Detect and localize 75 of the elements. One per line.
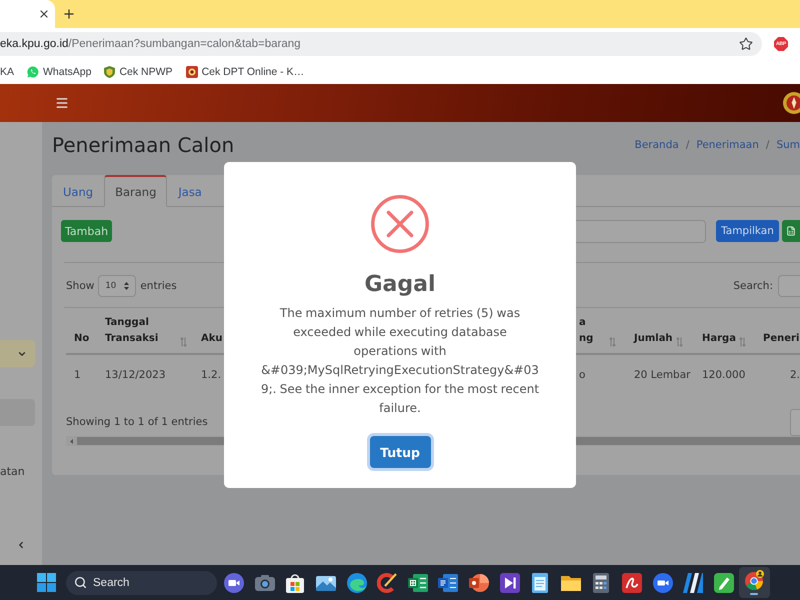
page-size-select[interactable]: 10	[98, 274, 136, 296]
filter-field[interactable]	[576, 220, 706, 243]
address-bar[interactable]: eka.kpu.go.id/Penerimaan?sumbangan=calon&tab=barang	[0, 32, 762, 56]
updown-caret-icon	[124, 282, 130, 290]
play-icon[interactable]	[500, 572, 520, 592]
calculator-icon[interactable]	[591, 572, 612, 592]
shield-icon	[104, 66, 116, 78]
table-cell: 13/12/2023	[105, 369, 166, 381]
tab[interactable]: Barang	[104, 175, 168, 207]
video-call-icon[interactable]	[224, 572, 244, 592]
column-header[interactable]: Harga	[702, 331, 736, 347]
stripes-icon[interactable]	[683, 572, 704, 592]
close-icon[interactable]	[38, 8, 50, 20]
bookmark-link[interactable]: Cek NPWP	[104, 66, 173, 78]
tab[interactable]: Jasa	[167, 175, 213, 207]
entries-label: entries	[140, 280, 177, 292]
notepad-icon[interactable]	[530, 572, 550, 592]
table-cell: 120.000	[702, 369, 746, 381]
plus-icon[interactable]	[62, 7, 76, 21]
camera-icon[interactable]	[254, 572, 275, 592]
export-button[interactable]	[782, 220, 800, 242]
taskbar-search[interactable]: Search	[66, 570, 217, 594]
show-label: Show	[66, 280, 94, 292]
breadcrumb-separator: /	[686, 139, 690, 151]
column-header: No	[74, 332, 90, 346]
table-cell: 20 Lembar	[634, 369, 690, 381]
video-camera-icon[interactable]	[652, 572, 673, 592]
x-circle-icon	[371, 195, 429, 253]
table-cell: 1.2.	[201, 369, 222, 381]
breadcrumb-link[interactable]: Sum	[776, 139, 800, 151]
column-header[interactable]: Tanggal Transaksi	[105, 315, 158, 347]
close-button[interactable]: Tutup	[370, 436, 430, 468]
add-button[interactable]: Tambah	[61, 220, 112, 242]
active-app-button[interactable]	[739, 567, 770, 598]
menu-icon[interactable]	[55, 96, 69, 110]
show-button[interactable]: Tampilkan	[716, 220, 779, 242]
table-cell: 2.	[790, 369, 800, 381]
tab[interactable]: Uang	[52, 175, 104, 207]
search-field[interactable]	[778, 274, 800, 296]
seal-icon	[186, 66, 198, 78]
column-header: Aku	[201, 332, 223, 346]
breadcrumb-separator: /	[766, 139, 770, 151]
breadcrumb-link[interactable]: Penerimaan	[696, 139, 759, 151]
table-info: Showing 1 to 1 of 1 entries	[66, 416, 208, 428]
sidebar-item[interactable]: atan	[0, 458, 35, 485]
start-icon[interactable]	[37, 573, 56, 592]
chevron-left-icon[interactable]	[16, 540, 26, 550]
shopping-bag-icon[interactable]	[285, 572, 306, 592]
breadcrumb-link[interactable]: Beranda	[634, 139, 679, 151]
bookmark-link[interactable]: KA	[0, 66, 14, 78]
document-icon[interactable]	[438, 572, 458, 592]
broom-arc-icon[interactable]	[377, 572, 398, 592]
scroll-arrow-icon[interactable]	[70, 438, 73, 444]
bookmark-link[interactable]: WhatsApp	[27, 66, 92, 78]
search-label: Search:	[733, 280, 773, 292]
pen-icon[interactable]	[714, 572, 734, 592]
page-title: Penerimaan Calon	[52, 133, 234, 157]
emblem-icon	[783, 92, 800, 114]
browser-icon[interactable]	[744, 570, 764, 590]
swirl-icon[interactable]	[346, 572, 367, 592]
presentation-icon[interactable]	[469, 572, 490, 592]
dialog-title: Gagal	[364, 271, 436, 299]
column-header[interactable]: Jumlah	[634, 331, 673, 347]
search-icon	[74, 576, 87, 589]
column-header: Peneri	[763, 332, 800, 346]
column-header[interactable]: a ng	[579, 315, 594, 347]
table-cell: 1	[74, 369, 81, 381]
spreadsheet-icon[interactable]	[408, 572, 428, 592]
scribble-tile-icon[interactable]	[622, 572, 642, 592]
chat-bubble-icon	[27, 66, 40, 78]
star-icon[interactable]	[739, 37, 753, 51]
spreadsheet-file-icon	[786, 226, 796, 236]
bookmark-link[interactable]: Cek DPT Online - K…	[186, 66, 304, 78]
table-cell: o	[579, 369, 586, 381]
dialog-message: The maximum number of retries (5) was exceeded while executing database operations with &#039;MySqlRetryingExecutionStrategy&#039;. See the inner exception for the most recent failure.	[260, 305, 540, 417]
